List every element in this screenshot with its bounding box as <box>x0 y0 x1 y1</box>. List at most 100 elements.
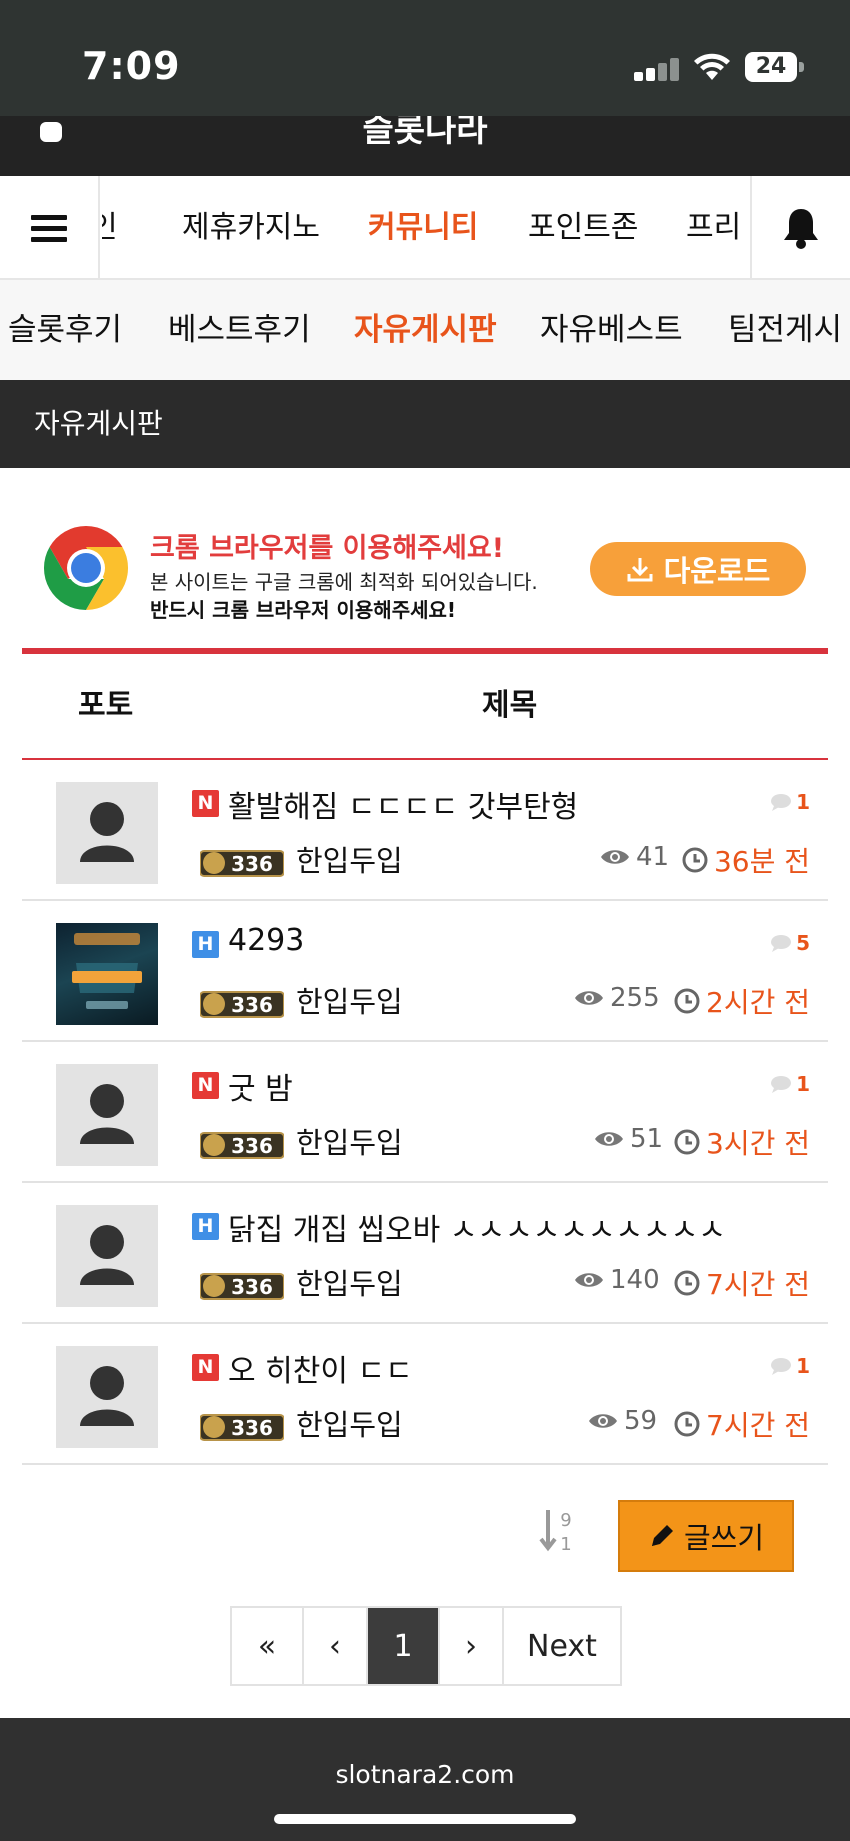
clock-icon <box>682 847 708 873</box>
comment-count: 1 <box>770 1354 810 1378</box>
eye-icon <box>589 1414 617 1428</box>
wifi-icon <box>694 53 730 80</box>
page-current-button[interactable]: 1 <box>368 1608 440 1684</box>
eye-icon <box>595 1132 623 1146</box>
post-time: 2시간 전 <box>674 981 810 1021</box>
pagination: « ‹ 1 › Next <box>230 1606 622 1686</box>
view-count: 41 <box>600 842 669 872</box>
post-thumbnail-placeholder[interactable] <box>56 1346 158 1448</box>
page-next-arrow-button[interactable]: › <box>440 1608 504 1684</box>
default-avatar-icon <box>80 1366 134 1426</box>
menu-button[interactable] <box>0 176 100 280</box>
nav-item-community[interactable]: 커뮤니티 <box>368 176 478 280</box>
browser-url-bar: slotnara2.com <box>0 1718 850 1841</box>
post-thumbnail-placeholder[interactable] <box>56 1205 158 1307</box>
page-first-button[interactable]: « <box>232 1608 304 1684</box>
post-time: 36분 전 <box>682 840 810 880</box>
svg-text:336: 336 <box>231 993 273 1017</box>
view-count: 59 <box>588 1406 657 1436</box>
clock-icon <box>674 988 700 1014</box>
post-author[interactable]: 한입두입 <box>296 1402 403 1444</box>
comment-count: 1 <box>770 790 810 814</box>
bell-icon <box>784 209 818 249</box>
svg-text:336: 336 <box>231 1416 273 1440</box>
post-row[interactable]: N 오 히찬이 ㄷㄷ 1 336 한입두입 59 7시간 전 <box>22 1324 828 1465</box>
post-row[interactable]: H 4293 5 336 한입두입 255 2시간 전 <box>22 901 828 1042</box>
status-time: 7:09 <box>82 44 181 88</box>
comment-icon <box>771 935 792 952</box>
table-header: 포토 제목 <box>22 648 828 760</box>
battery-level: 24 <box>745 52 797 82</box>
svg-text:336: 336 <box>231 852 273 876</box>
download-button[interactable]: 다운로드 <box>590 542 806 596</box>
page-next-button[interactable]: Next <box>504 1608 620 1684</box>
site-logo[interactable]: 슬롯나라 <box>0 116 850 151</box>
post-thumbnail-placeholder[interactable] <box>56 1064 158 1166</box>
level-badge: 336 <box>200 1414 284 1441</box>
sub-nav-free-best[interactable]: 자유베스트 <box>540 280 683 380</box>
nav-item-point-zone[interactable]: 포인트존 <box>528 176 638 280</box>
home-indicator[interactable] <box>274 1814 576 1824</box>
comment-icon <box>771 794 792 811</box>
url-domain[interactable]: slotnara2.com <box>0 1760 850 1789</box>
comment-count: 1 <box>770 1072 810 1096</box>
view-count: 255 <box>574 983 660 1013</box>
comment-icon <box>771 1076 792 1093</box>
sub-nav-free-board[interactable]: 자유게시판 <box>354 280 497 380</box>
eye-icon <box>575 991 603 1005</box>
post-time: 7시간 전 <box>674 1263 810 1303</box>
default-avatar-icon <box>80 802 134 862</box>
post-author[interactable]: 한입두입 <box>296 838 403 880</box>
view-count: 51 <box>594 1124 663 1154</box>
post-author[interactable]: 한입두입 <box>296 979 403 1021</box>
sub-nav-best-review[interactable]: 베스트후기 <box>168 280 311 380</box>
page-prev-button[interactable]: ‹ <box>304 1608 368 1684</box>
download-label: 다운로드 <box>663 554 771 588</box>
post-title[interactable]: 닭집 개집 씹오바 ㅅㅅㅅㅅㅅㅅㅅㅅㅅㅅ <box>228 1205 726 1249</box>
new-badge: N <box>192 1072 219 1099</box>
post-row[interactable]: N 활발해짐 ㄷㄷㄷㄷ 갓부탄형 1 336 한입두입 41 36분 전 <box>22 760 828 901</box>
main-nav-scroll[interactable]: 인 제휴카지노 커뮤니티 포인트존 프리 <box>102 176 748 280</box>
post-title[interactable]: 굿 밤 <box>228 1064 293 1108</box>
post-title[interactable]: 오 히찬이 ㄷㄷ <box>228 1346 413 1390</box>
new-badge: N <box>192 1354 219 1381</box>
comment-icon <box>771 1358 792 1375</box>
write-button[interactable]: 글쓰기 <box>618 1500 794 1572</box>
main-nav: 인 제휴카지노 커뮤니티 포인트존 프리 <box>0 176 850 280</box>
nav-item-free[interactable]: 프리 <box>686 176 741 280</box>
eye-icon <box>601 850 629 864</box>
jackpot-image-icon <box>72 933 142 1009</box>
nav-item-partner[interactable]: 인 <box>102 176 118 280</box>
hot-badge: H <box>192 1213 219 1240</box>
notification-button[interactable] <box>750 176 850 280</box>
chrome-banner[interactable]: 크롬 브라우저를 이용해주세요! 본 사이트는 구글 크롬에 최적화 되어있습니… <box>22 506 828 634</box>
post-thumbnail-image[interactable] <box>56 923 158 1025</box>
banner-notice: 반드시 크롬 브라우저 이용해주세요! <box>150 598 457 622</box>
column-header-photo: 포토 <box>78 688 134 723</box>
default-avatar-icon <box>80 1225 134 1285</box>
view-count: 140 <box>574 1265 660 1295</box>
nav-item-partner-casino[interactable]: 제휴카지노 <box>182 176 320 280</box>
clock-icon <box>674 1411 700 1437</box>
sort-icon[interactable]: 9 1 <box>536 1506 576 1556</box>
svg-text:336: 336 <box>231 1275 273 1299</box>
status-bar: 7:09 24 <box>0 0 850 116</box>
sub-nav[interactable]: 슬롯후기 베스트후기 자유게시판 자유베스트 팀전게시 <box>0 280 850 380</box>
level-badge: 336 <box>200 1132 284 1159</box>
pencil-icon <box>651 1525 673 1546</box>
post-thumbnail-placeholder[interactable] <box>56 782 158 884</box>
download-icon <box>627 558 653 582</box>
hamburger-icon <box>31 209 67 248</box>
post-title[interactable]: 4293 <box>228 923 304 958</box>
write-label: 글쓰기 <box>683 1521 765 1555</box>
post-row[interactable]: H 닭집 개집 씹오바 ㅅㅅㅅㅅㅅㅅㅅㅅㅅㅅ 336 한입두입 140 7시간 … <box>22 1183 828 1324</box>
svg-text:336: 336 <box>231 1134 273 1158</box>
sub-nav-slot-review[interactable]: 슬롯후기 <box>8 280 122 380</box>
post-row[interactable]: N 굿 밤 1 336 한입두입 51 3시간 전 <box>22 1042 828 1183</box>
post-author[interactable]: 한입두입 <box>296 1120 403 1162</box>
post-title[interactable]: 활발해짐 ㄷㄷㄷㄷ 갓부탄형 <box>228 782 578 826</box>
comment-count: 5 <box>770 931 810 955</box>
clock-icon <box>674 1270 700 1296</box>
post-author[interactable]: 한입두입 <box>296 1261 403 1303</box>
sub-nav-team-board[interactable]: 팀전게시 <box>728 280 842 380</box>
